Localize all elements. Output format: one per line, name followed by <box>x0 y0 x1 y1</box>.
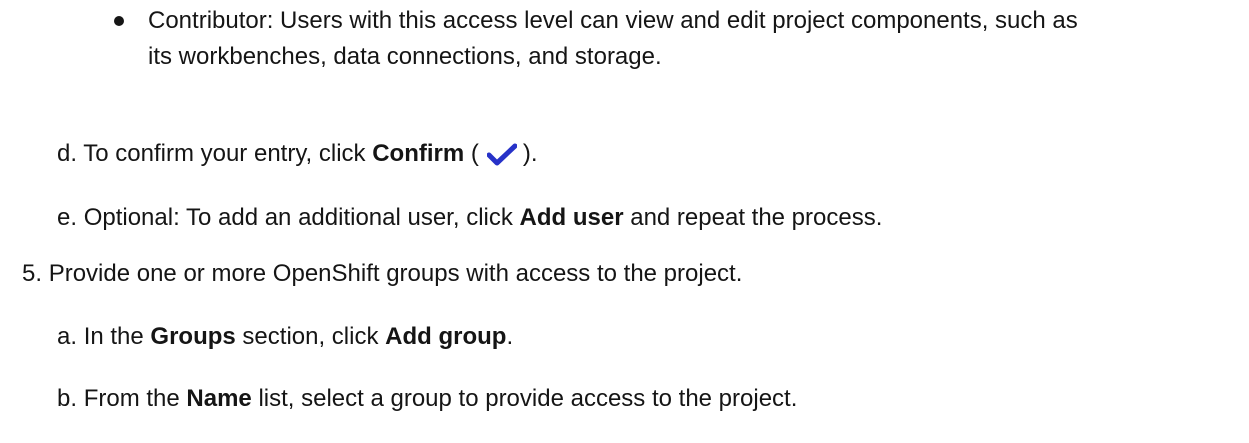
add-group-label: Add group <box>385 323 507 350</box>
step-5-text: Provide one or more OpenShift groups wit… <box>48 260 743 287</box>
step-d: d. To confirm your entry, click Confirm … <box>57 139 538 175</box>
step-d-text: To confirm your entry, click <box>83 140 366 167</box>
step-e-marker: e. <box>57 204 78 231</box>
step-b-text: From the <box>83 385 180 412</box>
groups-label: Groups <box>150 323 236 350</box>
add-user-label: Add user <box>519 204 624 231</box>
contributor-description-line-2: its workbenches, data connections, and s… <box>148 42 662 72</box>
step-a: a. In the Groups section, click Add grou… <box>57 322 513 352</box>
step-a-text-mid: section, click <box>242 323 379 350</box>
step-a-text: In the <box>83 323 144 350</box>
name-label: Name <box>186 385 252 412</box>
paren-close: ). <box>522 140 538 167</box>
paren-open: ( <box>470 140 479 167</box>
step-5-marker: 5. <box>22 260 43 287</box>
confirm-label: Confirm <box>372 140 465 167</box>
checkmark-icon <box>486 143 518 175</box>
contributor-description-line-1: Contributor: Users with this access leve… <box>148 6 1078 36</box>
step-5: 5. Provide one or more OpenShift groups … <box>22 259 742 289</box>
step-a-period: . <box>506 323 514 350</box>
contributor-text-1: Contributor: Users with this access leve… <box>148 7 1078 34</box>
contributor-text-2: its workbenches, data connections, and s… <box>148 43 662 70</box>
step-b-marker: b. <box>57 385 78 412</box>
step-e: e. Optional: To add an additional user, … <box>57 203 882 233</box>
step-d-marker: d. <box>57 140 78 167</box>
list-bullet <box>114 16 124 26</box>
step-b-text-end: list, select a group to provide access t… <box>258 385 798 412</box>
step-b: b. From the Name list, select a group to… <box>57 384 797 414</box>
step-e-text: Optional: To add an additional user, cli… <box>83 204 513 231</box>
step-e-text-end: and repeat the process. <box>630 204 883 231</box>
step-a-marker: a. <box>57 323 78 350</box>
